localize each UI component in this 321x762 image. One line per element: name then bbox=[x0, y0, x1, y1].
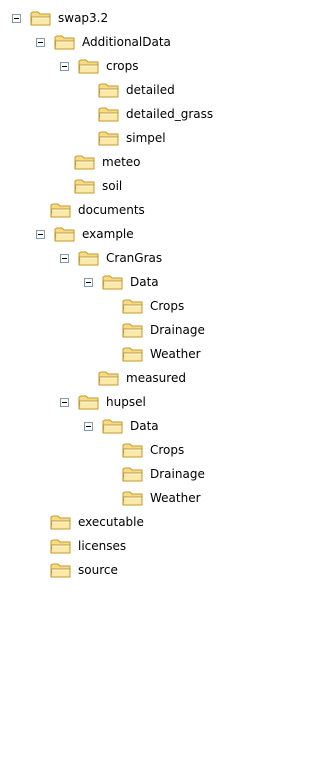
tree-node-label: hupsel bbox=[106, 395, 146, 409]
tree-node-detailed-grass[interactable]: detailed_grass bbox=[98, 102, 213, 126]
tree-node-label: detailed bbox=[126, 83, 175, 97]
tree-node-hupsel-drainage[interactable]: Drainage bbox=[122, 462, 205, 486]
tree-node-crops[interactable]: crops bbox=[60, 54, 138, 78]
tree-node-source[interactable]: source bbox=[50, 558, 118, 582]
folder-icon bbox=[122, 299, 143, 314]
folder-icon bbox=[98, 107, 119, 122]
tree-node-swap3-2[interactable]: swap3.2 bbox=[12, 6, 108, 30]
tree-node-crangras-drainage[interactable]: Drainage bbox=[122, 318, 205, 342]
folder-icon bbox=[30, 11, 51, 26]
folder-icon bbox=[50, 515, 71, 530]
tree-node-label: Weather bbox=[150, 491, 201, 505]
folder-icon bbox=[98, 83, 119, 98]
tree-node-label: Drainage bbox=[150, 323, 205, 337]
folder-icon bbox=[50, 539, 71, 554]
tree-node-label: Data bbox=[130, 275, 159, 289]
tree-node-label: documents bbox=[78, 203, 145, 217]
tree-node-crangras-data[interactable]: Data bbox=[84, 270, 159, 294]
tree-node-label: Weather bbox=[150, 347, 201, 361]
tree-node-label: Crops bbox=[150, 299, 185, 313]
tree-node-licenses[interactable]: licenses bbox=[50, 534, 126, 558]
tree-node-hupsel[interactable]: hupsel bbox=[60, 390, 146, 414]
tree-node-label: meteo bbox=[102, 155, 141, 169]
folder-icon bbox=[74, 155, 95, 170]
tree-node-label: swap3.2 bbox=[58, 11, 109, 25]
tree-node-label: Crops bbox=[150, 443, 185, 457]
folder-icon bbox=[102, 275, 123, 290]
folder-icon bbox=[74, 179, 95, 194]
folder-icon bbox=[78, 251, 99, 266]
tree-node-detailed[interactable]: detailed bbox=[98, 78, 175, 102]
tree-node-label: soil bbox=[102, 179, 123, 193]
tree-node-label: simpel bbox=[126, 131, 166, 145]
tree-node-label: Data bbox=[130, 419, 159, 433]
tree-node-label: crops bbox=[106, 59, 139, 73]
tree-node-hupsel-crops[interactable]: Crops bbox=[122, 438, 184, 462]
tree-node-label: AdditionalData bbox=[82, 35, 171, 49]
folder-icon bbox=[54, 35, 75, 50]
tree-node-meteo[interactable]: meteo bbox=[74, 150, 141, 174]
tree-node-measured[interactable]: measured bbox=[98, 366, 186, 390]
collapse-toggle-icon[interactable] bbox=[12, 13, 21, 23]
tree-node-label: detailed_grass bbox=[126, 107, 214, 121]
tree-node-crangras-crops[interactable]: Crops bbox=[122, 294, 184, 318]
tree-node-documents[interactable]: documents bbox=[50, 198, 145, 222]
tree-node-label: executable bbox=[78, 515, 144, 529]
folder-icon bbox=[98, 131, 119, 146]
folder-icon bbox=[102, 419, 123, 434]
folder-icon bbox=[50, 563, 71, 578]
tree-node-label: CranGras bbox=[106, 251, 163, 265]
tree-node-label: licenses bbox=[78, 539, 127, 553]
collapse-toggle-icon[interactable] bbox=[60, 253, 69, 263]
collapse-toggle-icon[interactable] bbox=[84, 277, 93, 287]
tree-node-hupsel-weather[interactable]: Weather bbox=[122, 486, 201, 510]
tree-node-hupsel-data[interactable]: Data bbox=[84, 414, 159, 438]
folder-icon bbox=[50, 203, 71, 218]
folder-icon bbox=[122, 347, 143, 362]
collapse-toggle-icon[interactable] bbox=[36, 229, 45, 239]
collapse-toggle-icon[interactable] bbox=[60, 397, 69, 407]
folder-icon bbox=[78, 395, 99, 410]
collapse-toggle-icon[interactable] bbox=[36, 37, 45, 47]
tree-node-soil[interactable]: soil bbox=[74, 174, 122, 198]
tree-node-crangras[interactable]: CranGras bbox=[60, 246, 162, 270]
tree-node-label: source bbox=[78, 563, 118, 577]
tree-node-label: Drainage bbox=[150, 467, 205, 481]
tree-node-example[interactable]: example bbox=[36, 222, 134, 246]
folder-icon bbox=[54, 227, 75, 242]
folder-icon bbox=[122, 323, 143, 338]
collapse-toggle-icon[interactable] bbox=[60, 61, 69, 71]
folder-icon bbox=[122, 467, 143, 482]
tree-node-label: measured bbox=[126, 371, 186, 385]
tree-node-simpel[interactable]: simpel bbox=[98, 126, 166, 150]
folder-icon bbox=[122, 491, 143, 506]
tree-node-crangras-weather[interactable]: Weather bbox=[122, 342, 201, 366]
folder-tree: swap3.2 AdditionalData crops detailed de… bbox=[0, 0, 321, 762]
folder-icon bbox=[78, 59, 99, 74]
tree-node-label: example bbox=[82, 227, 134, 241]
tree-node-executable[interactable]: executable bbox=[50, 510, 144, 534]
folder-icon bbox=[98, 371, 119, 386]
tree-node-additionaldata[interactable]: AdditionalData bbox=[36, 30, 171, 54]
collapse-toggle-icon[interactable] bbox=[84, 421, 93, 431]
folder-icon bbox=[122, 443, 143, 458]
